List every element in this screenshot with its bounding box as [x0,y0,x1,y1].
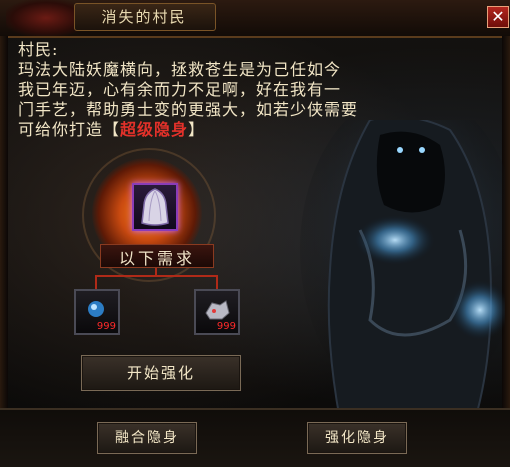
invisibility-cloak-icon [141,188,169,226]
material-slot-2[interactable]: 999 [194,289,240,335]
npc-dialog-text: 村民: 玛法大陆妖魔横向，拯救苍生是为己任如今 我已年迈，心有余而力不足啊，好在… [18,40,418,140]
hooded-villager-figure [300,120,505,420]
close-button[interactable]: ✕ [487,6,509,28]
material-count: 999 [96,321,116,332]
item-name-link[interactable]: 超级隐身 [120,120,188,139]
material-slot-1[interactable]: 999 [74,289,120,335]
enhance-stealth-button[interactable]: 强化隐身 [307,422,407,454]
requirement-connector [95,275,218,277]
dialog-line: 门手艺，帮助勇士变的更强大，如若少侠需要 [18,100,359,119]
dialog-line: 村民: [18,40,59,59]
frame-left-border [0,36,8,408]
bracket-open: 【 [103,120,121,139]
npc-dialog-window: 消失的村民 ✕ 村民: 玛法大陆妖魔横向，拯救苍生是为己任如今 我已年迈，心有余… [0,0,510,467]
bottom-bar [0,408,510,467]
requirement-label: 以下需求 [100,244,214,268]
fuse-stealth-button[interactable]: 融合隐身 [97,422,197,454]
window-title: 消失的村民 [101,8,187,26]
dialog-line: 可给你打造【超级隐身】 [18,120,418,140]
bracket-close: 】 [188,120,206,139]
title-bar[interactable]: 消失的村民 ✕ [0,0,510,38]
requirement-connector [95,275,97,289]
requirement-connector [216,275,218,289]
dialog-line: 玛法大陆妖魔横向，拯救苍生是为己任如今 [18,60,342,79]
dialog-last-prefix: 可给你打造 [18,120,104,139]
material-count: 999 [216,321,236,332]
target-item-slot[interactable] [132,183,178,231]
dialog-line: 我已年迈，心有余而力不足啊，好在我有一 [18,80,342,99]
start-enhance-button[interactable]: 开始强化 [81,355,241,391]
